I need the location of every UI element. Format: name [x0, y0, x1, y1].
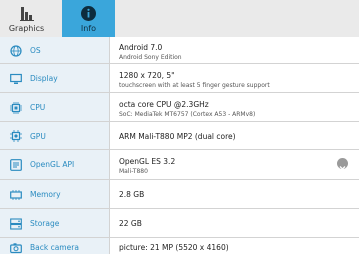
row-label: Storage	[30, 219, 60, 228]
tab-info-label: Info	[80, 24, 97, 33]
row-label-cell: Display	[0, 64, 110, 92]
row-value: 22 GB	[119, 219, 142, 228]
row-value-cell: picture: 21 MP (5520 x 4160)	[119, 238, 359, 254]
row-label: OpenGL API	[30, 160, 75, 169]
row-label-cell: Memory	[0, 180, 110, 208]
cpu-chip-icon	[10, 102, 22, 114]
globe-icon	[10, 45, 22, 57]
info-row-display: Display 1280 x 720, 5" touchscreen with …	[0, 64, 359, 93]
row-value: picture: 21 MP (5520 x 4160)	[119, 243, 229, 252]
info-icon	[81, 6, 96, 21]
row-value-cell: 1280 x 720, 5" touchscreen with at least…	[119, 64, 359, 92]
row-value-cell: octa core CPU @2.3GHz SoC: MediaTek MT67…	[119, 93, 359, 121]
camera-icon	[10, 243, 22, 254]
row-value: 2.8 GB	[119, 190, 145, 199]
row-label: OS	[30, 46, 41, 55]
memory-icon	[10, 190, 22, 200]
info-row-storage: Storage 22 GB	[0, 209, 359, 238]
chevron-down-icon[interactable]	[337, 158, 348, 170]
row-label-cell: OS	[0, 37, 110, 63]
row-label: Display	[30, 74, 58, 83]
row-label: Memory	[30, 190, 61, 199]
info-row-cpu: CPU octa core CPU @2.3GHz SoC: MediaTek …	[0, 93, 359, 122]
row-label-cell: OpenGL API	[0, 150, 110, 179]
tab-bar: Graphics Info	[0, 0, 359, 37]
bar-chart-icon	[20, 7, 34, 21]
tab-graphics[interactable]: Graphics	[0, 0, 53, 37]
row-label: CPU	[30, 103, 46, 112]
info-row-opengl[interactable]: OpenGL API OpenGL ES 3.2 Mali-T880	[0, 150, 359, 180]
row-subvalue: SoC: MediaTek MT6757 (Cortex A53 - ARMv8…	[119, 111, 256, 118]
row-value: ARM Mali-T880 MP2 (dual core)	[119, 132, 236, 141]
info-row-back-camera: Back camera picture: 21 MP (5520 x 4160)	[0, 238, 359, 254]
row-label-cell: Storage	[0, 209, 110, 237]
row-label-cell: Back camera	[0, 238, 110, 254]
row-value-cell: OpenGL ES 3.2 Mali-T880	[119, 150, 359, 179]
info-row-memory: Memory 2.8 GB	[0, 180, 359, 209]
row-value-cell: Android 7.0 Android Sony Edition	[119, 37, 359, 63]
row-subvalue: touchscreen with at least 5 finger gestu…	[119, 82, 270, 89]
row-label-cell: CPU	[0, 93, 110, 121]
row-value: 1280 x 720, 5"	[119, 71, 175, 80]
row-value: octa core CPU @2.3GHz	[119, 100, 209, 109]
row-value-cell: 22 GB	[119, 209, 359, 237]
row-value-cell: 2.8 GB	[119, 180, 359, 208]
opengl-icon	[10, 159, 22, 171]
row-label-cell: GPU	[0, 122, 110, 149]
tab-info[interactable]: Info	[62, 0, 115, 37]
info-row-os: OS Android 7.0 Android Sony Edition	[0, 37, 359, 64]
row-subvalue: Android Sony Edition	[119, 54, 182, 61]
row-value: Android 7.0	[119, 43, 163, 52]
row-value: OpenGL ES 3.2	[119, 157, 176, 166]
monitor-icon	[10, 73, 22, 84]
row-subvalue: Mali-T880	[119, 168, 148, 175]
row-label: GPU	[30, 132, 46, 141]
gpu-chip-icon	[10, 130, 22, 142]
storage-icon	[10, 218, 22, 230]
tab-graphics-label: Graphics	[8, 24, 45, 33]
info-row-gpu: GPU ARM Mali-T880 MP2 (dual core)	[0, 122, 359, 150]
row-label: Back camera	[30, 243, 79, 252]
row-value-cell: ARM Mali-T880 MP2 (dual core)	[119, 122, 359, 149]
